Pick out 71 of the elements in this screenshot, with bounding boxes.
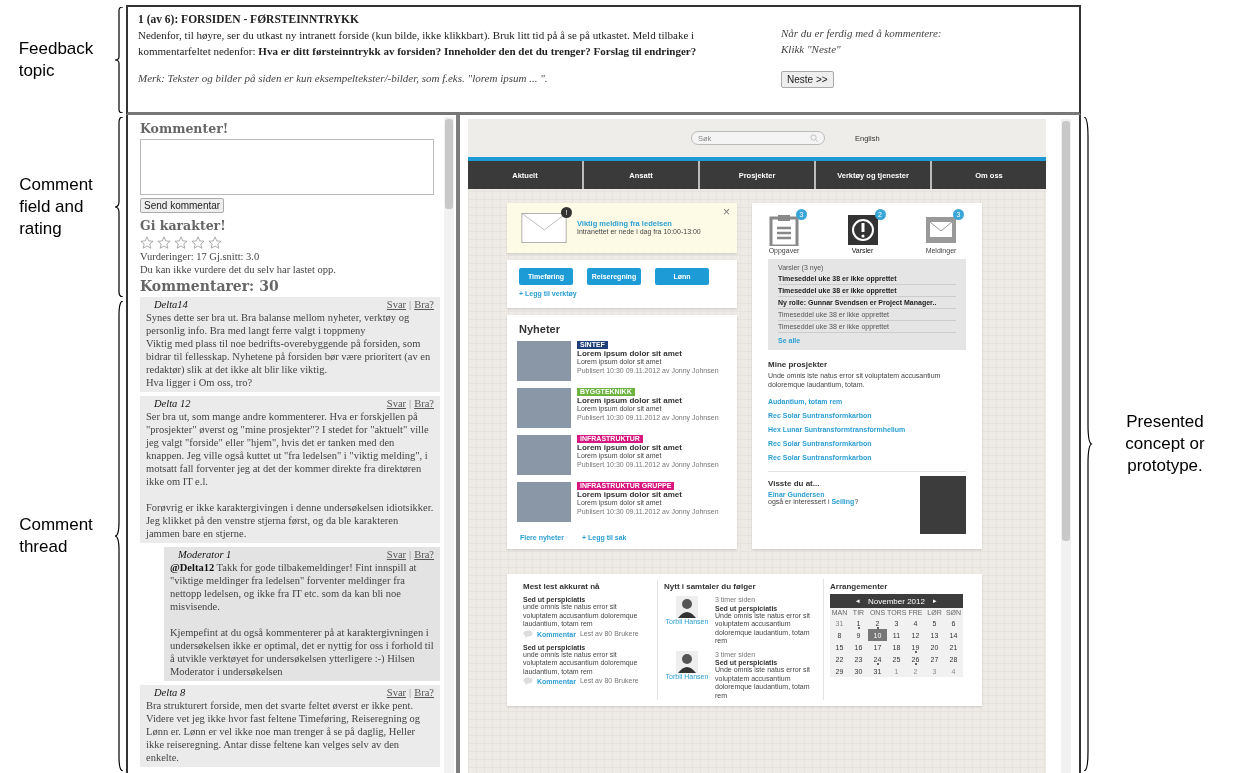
- photo-placeholder: [517, 341, 571, 381]
- section-heading: Kommenter!: [140, 121, 230, 136]
- clipboard-icon: [768, 214, 800, 246]
- annotation-label: Presented concept or prototype.: [1125, 411, 1205, 477]
- note-text: Merk: Tekster og bilder på siden er kun eksempeltekster/-bilder, som f.eks. "lorem ipsum ... ".: [138, 71, 549, 86]
- photo-placeholder: [517, 482, 571, 522]
- separator: |: [409, 398, 412, 409]
- rating-summary: Vurderinger: 17 Gj.snitt: 3.0: [140, 250, 261, 263]
- comments-heading: Kommentarer: 30: [140, 278, 280, 294]
- reply-link[interactable]: Svar: [386, 549, 407, 560]
- speech-bubble-icon: [523, 629, 533, 639]
- separator: |: [409, 549, 412, 560]
- like-link[interactable]: Bra?: [414, 687, 434, 698]
- news-heading: Nyheter: [518, 323, 561, 335]
- news-title[interactable]: Lorem ipsum dolor sit amet: [577, 396, 682, 405]
- instructions-text: Nedenfor, til høyre, ser du utkast ny intranett forside (kun bilde, ikke klikkbart). Bruk litt tid på å se på utkastet. Meld tilbake i kommentarfeltet nedenfor: Hva er ditt førsteinntrykk av forsiden? Inneholder den det du trenger? Forslag til endringer?: [138, 28, 698, 59]
- fact-heading: Visste du at...: [768, 479, 821, 488]
- rating-notice: Du kan ikke vurdere det du selv har lastet opp.: [140, 263, 337, 276]
- reply-link[interactable]: Svar: [386, 687, 407, 698]
- star-icon[interactable]: [174, 236, 188, 250]
- comment-text: Ser bra ut, som mange andre kommenterer. Hva er forskjellen på "prosjekter" øverst og "mine prosjekter"? I stedet for "aktuelt" ville jeg valgt "forside" eller "hjem", hvis det er tanken med den knappen. Jeg ville også kuttet ut "fra ledelsen" i "viktig melding", i motsatt fall forventer jeg at det der kommer direkte fra direktøren ikke om IT e.l. Forøvrig er ikke karaktergivingen i denne undersøkelsen idiotsikker. Jeg klikket på den venstre stjerna først, og da ble karakteren jammen bare en stjerne.: [146, 410, 434, 540]
- projects-heading: Mine prosjekter: [768, 360, 829, 369]
- separator: |: [409, 687, 412, 698]
- comment-text: Bra strukturert forside, men det svarte feltet øverst er ikke pent. Videre vet jeg ikke hvor fast feltene Timeføring, Reiseregning og Lønn er. Lønn er vel ikke noe man trenger å se på daglig, Heller ikke reiseregning. Antar disse feltene kan velges selv av den enkelte.: [146, 699, 422, 764]
- envelope-icon: [521, 213, 567, 243]
- send-button[interactable]: Send kommentar: [140, 198, 225, 213]
- news-title[interactable]: Lorem ipsum dolor sit amet: [577, 490, 682, 499]
- close-button[interactable]: ×: [723, 206, 730, 218]
- photo-placeholder: [517, 388, 571, 428]
- topic-title: 1 (av 6): FORSIDEN - FØRSTEINNTRYKK: [138, 12, 360, 27]
- reply-link[interactable]: Svar: [386, 299, 407, 310]
- widget-heading: Nytt i samtaler du følger: [664, 582, 757, 591]
- scrollbar-thumb[interactable]: [445, 119, 453, 209]
- comment-author: Delta 8: [154, 686, 186, 699]
- annotation-label: Feedback topic: [18, 38, 94, 82]
- month-title: November 2012: [868, 596, 925, 606]
- news-title[interactable]: Lorem ipsum dolor sit amet: [577, 443, 682, 452]
- exclamation-icon: [846, 214, 879, 246]
- reply-link[interactable]: Svar: [386, 398, 407, 409]
- comment-text: @Delta12 Takk for gode tilbakemeldinger! Fint innspill at "viktige meldinger fra ledelsen" forventer meldinger fra nettopp ledelsen, og ikke fra IT etc. som da kan bli noe misvisende. Kjempefint at du også kommenterer på at karaktergivningen i undersøkelsen ikke er optimal, det er nyttig for oss i forhold til å utvikle verktøyet for undersøkelsen ytterligere :-) Hilsen Moderator i undersøkelsen: [170, 561, 434, 678]
- news-title[interactable]: Lorem ipsum dolor sit amet: [577, 349, 682, 358]
- comment-author: Delta 12: [154, 397, 191, 410]
- widget-heading: Mest lest akkurat nå: [523, 582, 601, 591]
- widget-heading: Arrangementer: [830, 582, 889, 591]
- avatar-icon: [676, 650, 698, 673]
- star-icon[interactable]: [140, 236, 154, 250]
- photo-placeholder: [920, 476, 966, 534]
- hint-text: Når du er ferdig med å kommentere: Klikk "Neste": [781, 26, 943, 57]
- annotation-label: Comment field and rating: [19, 174, 93, 240]
- like-link[interactable]: Bra?: [414, 398, 434, 409]
- photo-placeholder: [517, 435, 571, 475]
- star-icon[interactable]: [208, 236, 222, 250]
- annotation-label: Comment thread: [19, 514, 93, 558]
- next-button[interactable]: Neste >>: [781, 71, 834, 88]
- envelope-icon: [925, 214, 957, 246]
- comment-field[interactable]: [140, 139, 434, 195]
- star-icon[interactable]: [157, 236, 171, 250]
- comment-author: Moderator 1: [178, 548, 232, 561]
- search-icon: [810, 134, 818, 142]
- separator: |: [409, 299, 412, 310]
- comment-author: Delta14: [154, 298, 188, 311]
- section-heading: Gi karakter!: [140, 218, 227, 233]
- scrollbar-thumb[interactable]: [1062, 121, 1070, 541]
- star-icon[interactable]: [191, 236, 205, 250]
- like-link[interactable]: Bra?: [414, 549, 434, 560]
- scrollbar[interactable]: [1061, 119, 1071, 773]
- avatar-icon: [676, 596, 698, 618]
- comment-text: Synes dette ser bra ut. Bra balanse mellom nyheter, verktøy og personlig info. Bra med langt ferre valgt i toppmeny Viktig med plass til noe bedrifts-overebyggende på forsiden, som bidrar til fellesskap. Nyhetene på forsiden bør være prioritert (av en redaktør) slik at det ikke alt blir like viktig. Hva ligger i Om oss, tro?: [146, 311, 432, 389]
- scrollbar[interactable]: [444, 117, 454, 773]
- like-link[interactable]: Bra?: [414, 299, 434, 310]
- speech-bubble-icon: [523, 677, 533, 686]
